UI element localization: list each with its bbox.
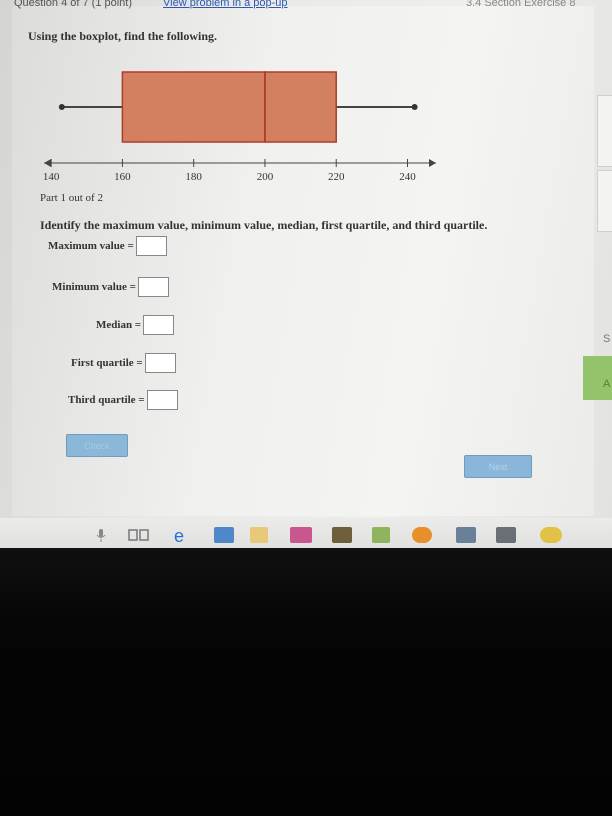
field-maximum-label: Maximum value = xyxy=(48,240,134,252)
store-icon[interactable] xyxy=(250,527,268,543)
median-input[interactable] xyxy=(143,315,175,335)
microphone-icon[interactable] xyxy=(96,527,106,543)
popup-link[interactable]: View problem in a pop-up xyxy=(163,0,288,9)
min-point xyxy=(58,104,65,110)
part-label: Part 1 out of 2 xyxy=(40,192,103,204)
firefox-icon[interactable] xyxy=(412,527,432,543)
check-button[interactable]: Check xyxy=(66,434,128,457)
monitor-screen: Question 4 of 7 (1 point) View problem i… xyxy=(0,0,612,548)
side-panel-green-tab[interactable]: A xyxy=(583,356,612,400)
app-icon[interactable] xyxy=(290,527,312,543)
file-explorer-icon[interactable] xyxy=(214,527,234,543)
tick-label: 140 xyxy=(43,171,60,183)
side-panel-tab-2[interactable] xyxy=(597,170,612,232)
axis-arrow-right xyxy=(429,159,436,167)
question-text: Identify the maximum value, minimum valu… xyxy=(40,218,488,232)
edge-browser-icon[interactable]: e xyxy=(172,526,192,546)
field-first-quartile: First quartile = xyxy=(71,353,176,373)
tick-label: 240 xyxy=(399,171,416,183)
first-quartile-input[interactable] xyxy=(144,353,176,373)
desk-background xyxy=(0,548,612,816)
app-icon-2[interactable] xyxy=(332,527,352,543)
question-header: Question 4 of 7 (1 point) View problem i… xyxy=(0,0,612,14)
section-title: 3.4 Section Exercise 8 xyxy=(466,0,576,9)
instruction-text: Using the boxplot, find the following. xyxy=(28,29,218,43)
app-icon-4[interactable] xyxy=(496,527,516,543)
side-panel-letter-s: S xyxy=(603,333,611,345)
max-point xyxy=(411,104,418,110)
minimum-input[interactable] xyxy=(137,277,169,297)
tick-label: 160 xyxy=(114,171,131,183)
field-minimum: Minimum value = xyxy=(52,277,169,297)
question-label: Question 4 of 7 (1 point) xyxy=(14,0,133,9)
field-first-quartile-label: First quartile = xyxy=(71,357,143,369)
tick-label: 180 xyxy=(185,171,202,183)
third-quartile-input[interactable] xyxy=(146,390,178,410)
maximum-input[interactable] xyxy=(135,236,167,256)
field-maximum: Maximum value = xyxy=(48,236,167,256)
field-median: Median = xyxy=(96,315,175,335)
upper-box xyxy=(264,71,337,143)
word-icon[interactable] xyxy=(372,527,390,543)
field-third-quartile-label: Third quartile = xyxy=(68,394,145,406)
side-panel-letter-a: A xyxy=(603,378,611,390)
chrome-icon[interactable] xyxy=(540,527,562,543)
app-icon-3[interactable] xyxy=(456,527,476,543)
tick-label: 220 xyxy=(328,171,345,183)
field-minimum-label: Minimum value = xyxy=(52,281,136,293)
lower-box xyxy=(121,71,266,143)
side-panel-tab-1[interactable] xyxy=(597,95,612,167)
tick-label: 200 xyxy=(257,171,274,183)
task-view-icon[interactable] xyxy=(128,527,150,543)
svg-text:e: e xyxy=(174,527,184,545)
axis-arrow-left xyxy=(44,159,51,167)
next-button[interactable]: Next xyxy=(464,455,532,478)
field-median-label: Median = xyxy=(96,319,142,331)
field-third-quartile: Third quartile = xyxy=(68,390,178,410)
boxplot-chart: 140 160 180 200 220 240 xyxy=(43,71,436,183)
